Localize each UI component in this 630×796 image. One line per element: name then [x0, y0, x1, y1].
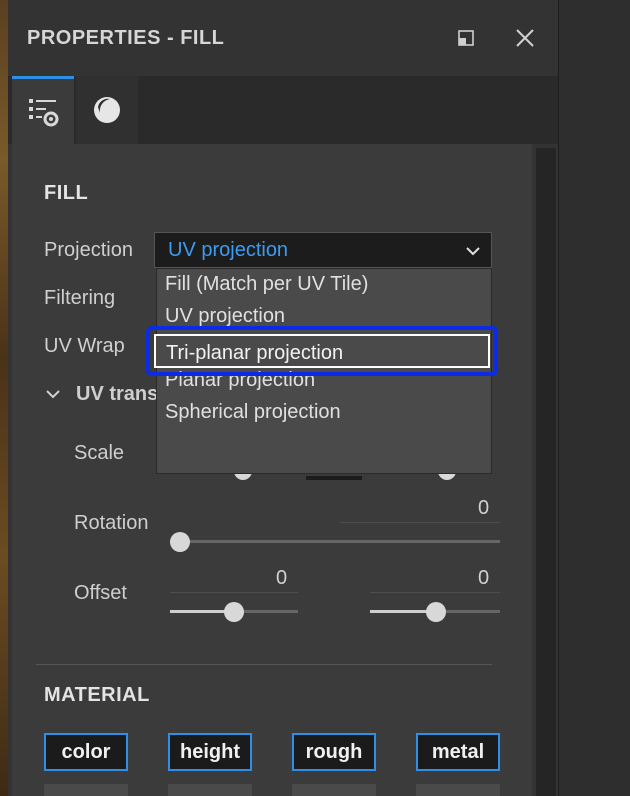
projection-option-highlight: Tri-planar projection	[146, 326, 498, 376]
projection-option-uv[interactable]: UV projection	[165, 305, 285, 328]
channel-height-toggle[interactable]: height	[168, 733, 252, 771]
rotation-slider-knob[interactable]	[170, 532, 190, 552]
tab-material[interactable]	[76, 76, 138, 144]
restore-button[interactable]	[454, 26, 478, 50]
panel-tabs	[8, 76, 558, 144]
section-divider	[36, 664, 492, 665]
restore-icon	[458, 30, 474, 46]
panel-title: PROPERTIES - FILL	[27, 27, 225, 49]
close-button[interactable]	[513, 26, 537, 50]
offset-v-slider-knob[interactable]	[426, 602, 446, 622]
chevron-down-icon	[466, 247, 480, 256]
fill-section-title: FILL	[44, 182, 89, 204]
projection-option-triplanar[interactable]: Tri-planar projection	[154, 334, 490, 368]
chevron-down-icon	[46, 390, 60, 399]
offset-u-value[interactable]: 0	[276, 567, 287, 590]
scale-link-bar	[306, 476, 362, 480]
channel-metal-toggle[interactable]: metal	[416, 733, 500, 771]
channel-rough-toggle[interactable]: rough	[292, 733, 376, 771]
material-sphere-icon	[94, 97, 120, 123]
channel-slot[interactable]	[292, 784, 376, 796]
channel-color-toggle[interactable]: color	[44, 733, 128, 771]
rotation-label: Rotation	[74, 512, 149, 534]
material-section-title: MATERIAL	[44, 684, 150, 706]
offset-u-underline	[170, 592, 298, 593]
close-icon	[516, 29, 534, 47]
projection-selected-value: UV projection	[168, 239, 289, 261]
scrollbar[interactable]	[536, 148, 556, 796]
filtering-label: Filtering	[44, 287, 116, 309]
layer-settings-icon	[29, 98, 59, 126]
projection-label: Projection	[44, 239, 133, 261]
projection-select[interactable]: UV projection	[154, 232, 492, 268]
projection-option-spherical[interactable]: Spherical projection	[165, 401, 341, 424]
offset-u-slider-knob[interactable]	[224, 602, 244, 622]
panel-titlebar: PROPERTIES - FILL	[8, 0, 558, 76]
viewport-edge	[0, 0, 8, 796]
channel-slot[interactable]	[44, 784, 128, 796]
channel-slot[interactable]	[168, 784, 252, 796]
projection-option-fill[interactable]: Fill (Match per UV Tile)	[165, 273, 368, 296]
adjacent-panel	[558, 0, 630, 796]
rotation-slider-track[interactable]	[170, 540, 500, 543]
scale-label: Scale	[74, 442, 125, 464]
projection-option-triplanar-label: Tri-planar projection	[166, 342, 344, 364]
uv-wrap-label: UV Wrap	[44, 335, 125, 357]
uv-transform-label: UV trans	[76, 383, 159, 405]
channel-slot[interactable]	[416, 784, 500, 796]
offset-v-underline	[370, 592, 500, 593]
offset-v-value[interactable]: 0	[478, 567, 489, 590]
tab-layer-settings[interactable]	[12, 76, 74, 144]
rotation-value[interactable]: 0	[478, 497, 489, 520]
rotation-value-underline	[340, 522, 500, 523]
offset-label: Offset	[74, 582, 127, 604]
